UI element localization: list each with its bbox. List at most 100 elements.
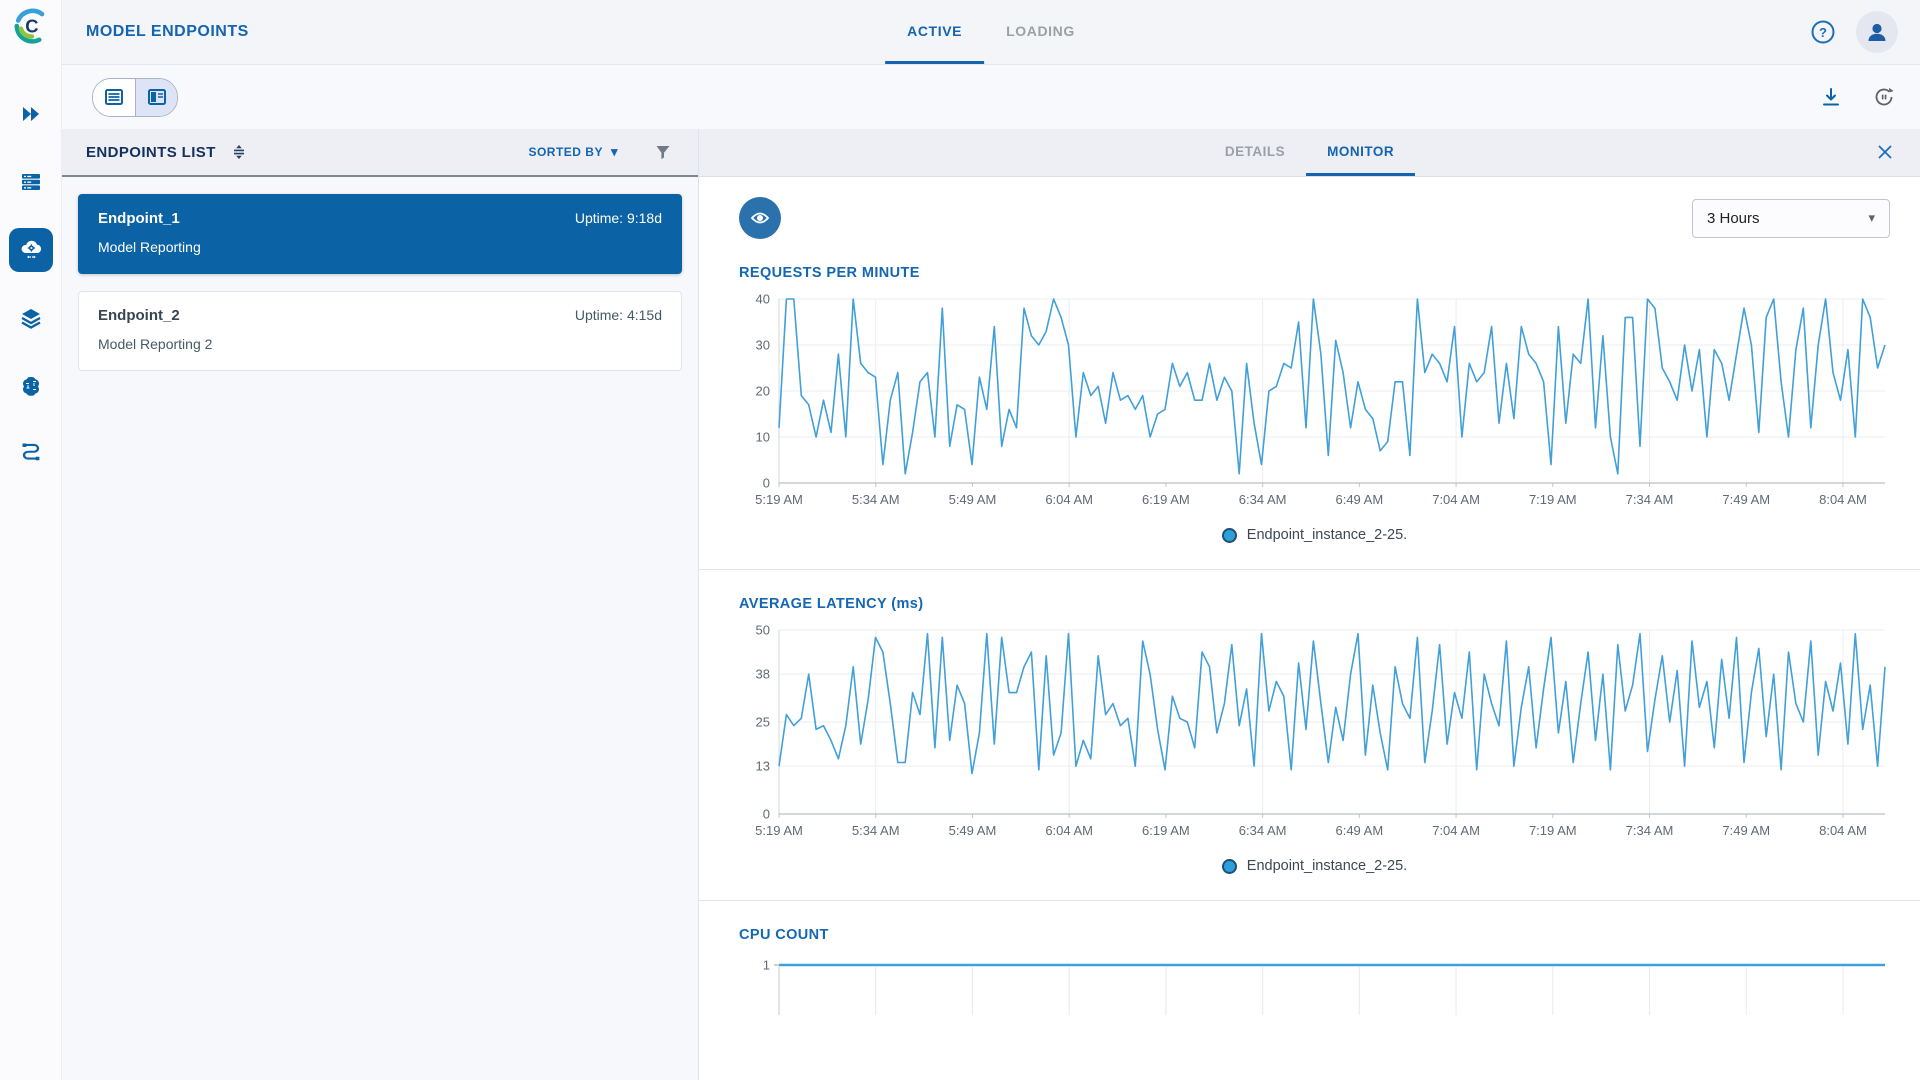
endpoints-list-header: ENDPOINTS LIST SORTED BY ▾ (62, 129, 698, 177)
svg-text:6:19 AM: 6:19 AM (1142, 823, 1190, 838)
cloud-gear-icon (21, 240, 41, 259)
svg-text:38: 38 (756, 667, 770, 682)
cnvrg-logo-icon: C (13, 8, 44, 44)
svg-text:6:49 AM: 6:49 AM (1335, 823, 1383, 838)
filter-button[interactable] (654, 143, 672, 161)
tab-monitor[interactable]: MONITOR (1306, 129, 1416, 176)
cpu-count-chart: 1 (739, 955, 1890, 1015)
svg-text:7:19 AM: 7:19 AM (1529, 823, 1577, 838)
fast-forward-icon (22, 107, 39, 121)
time-range-select[interactable]: 3 Hours ▾ (1692, 198, 1890, 238)
chevron-down-icon: ▾ (610, 144, 618, 159)
sidebar-item-datasets[interactable] (9, 160, 53, 204)
download-icon (1823, 88, 1839, 106)
app-logo[interactable]: C (7, 2, 55, 50)
sorted-by-label: SORTED BY (528, 145, 603, 159)
sidebar-item-endpoints[interactable] (8, 228, 53, 272)
section-divider (699, 900, 1920, 901)
header-tabs: ACTIVE LOADING (885, 0, 1097, 64)
tab-active[interactable]: ACTIVE (885, 0, 985, 64)
svg-text:6:34 AM: 6:34 AM (1239, 492, 1287, 507)
endpoint-uptime: Uptime: 9:18d (574, 210, 662, 226)
average-latency-chart: 0 13 25 38 50 5:19 AM 5:34 AM 5:49 AM 6:04 AM 6:1… (739, 624, 1890, 848)
sidebar-item-layers[interactable] (9, 296, 53, 340)
brain-icon (22, 377, 39, 396)
top-header: MODEL ENDPOINTS ACTIVE LOADING ? (62, 0, 1920, 65)
legend-label: Endpoint_instance_2-25. (1246, 527, 1408, 543)
endpoint-name: Endpoint_2 (98, 307, 180, 324)
svg-text:5:49 AM: 5:49 AM (949, 823, 997, 838)
eye-icon (750, 212, 770, 224)
tab-details[interactable]: DETAILS (1204, 129, 1306, 176)
svg-text:6:19 AM: 6:19 AM (1142, 492, 1190, 507)
auto-refresh-button[interactable] (1872, 85, 1896, 109)
svg-text:10: 10 (756, 430, 770, 445)
download-button[interactable] (1820, 86, 1842, 108)
endpoint-card-endpoint-2[interactable]: Endpoint_2 Uptime: 4:15d Model Reporting… (78, 291, 682, 371)
sidebar: C (0, 0, 62, 1080)
endpoint-subtitle: Model Reporting 2 (98, 336, 213, 352)
close-icon (1878, 145, 1892, 159)
tab-loading[interactable]: LOADING (984, 0, 1097, 64)
monitor-tabs: DETAILS MONITOR (1204, 129, 1416, 176)
svg-text:0: 0 (763, 476, 770, 491)
svg-text:1: 1 (763, 958, 770, 973)
visibility-button[interactable] (739, 197, 781, 239)
sidebar-item-runs[interactable] (9, 92, 53, 136)
svg-text:7:34 AM: 7:34 AM (1626, 823, 1674, 838)
svg-text:5:19 AM: 5:19 AM (755, 823, 803, 838)
chart-legend: Endpoint_instance_2-25. (739, 858, 1890, 874)
monitor-controls: 3 Hours ▾ (739, 197, 1890, 239)
main-column: MODEL ENDPOINTS ACTIVE LOADING ? ENDPOIN… (62, 0, 1920, 1080)
help-button[interactable]: ? (1810, 19, 1836, 45)
help-icon: ? (1811, 20, 1835, 44)
svg-text:6:04 AM: 6:04 AM (1045, 492, 1093, 507)
svg-text:6:49 AM: 6:49 AM (1335, 492, 1383, 507)
svg-text:6:34 AM: 6:34 AM (1239, 823, 1287, 838)
svg-text:7:34 AM: 7:34 AM (1626, 492, 1674, 507)
svg-text:7:04 AM: 7:04 AM (1432, 492, 1480, 507)
legend-dot-icon (1221, 858, 1237, 874)
requests-section: REQUESTS PER MINUTE 0 10 20 30 40 5:19 AM 5:34… (739, 265, 1890, 543)
funnel-icon (656, 146, 670, 159)
sort-order-button[interactable] (230, 143, 248, 161)
svg-text:0: 0 (763, 807, 770, 822)
view-toggle (92, 77, 178, 117)
table-view-button[interactable] (93, 78, 135, 116)
split-view-icon (147, 89, 166, 105)
requests-per-minute-chart: 0 10 20 30 40 5:19 AM 5:34 AM 5:49 AM 6:04 AM 6:1… (739, 293, 1890, 517)
user-avatar[interactable] (1856, 11, 1898, 53)
endpoint-name: Endpoint_1 (98, 210, 180, 227)
time-range-value: 3 Hours (1707, 209, 1760, 227)
endpoint-card-endpoint-1[interactable]: Endpoint_1 Uptime: 9:18d Model Reporting (78, 194, 682, 274)
list-view-icon (105, 89, 123, 105)
toolbar (62, 65, 1920, 129)
svg-text:30: 30 (756, 338, 770, 353)
endpoints-list-panel: ENDPOINTS LIST SORTED BY ▾ Endpoint_1 Up… (62, 129, 699, 1080)
svg-text:5:19 AM: 5:19 AM (755, 492, 803, 507)
svg-text:6:04 AM: 6:04 AM (1045, 823, 1093, 838)
person-icon (1868, 23, 1886, 41)
svg-text:8:04 AM: 8:04 AM (1819, 492, 1867, 507)
section-divider (699, 569, 1920, 570)
svg-text:7:19 AM: 7:19 AM (1529, 492, 1577, 507)
svg-text:C: C (25, 15, 38, 36)
legend-label: Endpoint_instance_2-25. (1246, 858, 1408, 874)
server-icon (21, 174, 40, 190)
sorted-by-dropdown[interactable]: SORTED BY ▾ (528, 144, 618, 160)
sidebar-item-flows[interactable] (9, 432, 53, 476)
close-button[interactable] (1874, 141, 1896, 166)
flow-icon (22, 443, 39, 461)
endpoint-uptime: Uptime: 4:15d (574, 307, 662, 323)
split-view-button[interactable] (135, 78, 177, 116)
svg-text:5:34 AM: 5:34 AM (852, 823, 900, 838)
latency-section: AVERAGE LATENCY (ms) 0 13 25 38 50 5:19 AM 5:3… (739, 596, 1890, 874)
svg-text:13: 13 (756, 759, 770, 774)
sort-icon (233, 145, 244, 159)
sidebar-nav (8, 92, 53, 476)
sidebar-item-models[interactable] (9, 364, 53, 408)
header-actions: ? (1810, 11, 1898, 53)
chart-legend: Endpoint_instance_2-25. (739, 527, 1890, 543)
endpoint-subtitle: Model Reporting (98, 239, 201, 255)
chart-title-latency: AVERAGE LATENCY (ms) (739, 596, 924, 612)
